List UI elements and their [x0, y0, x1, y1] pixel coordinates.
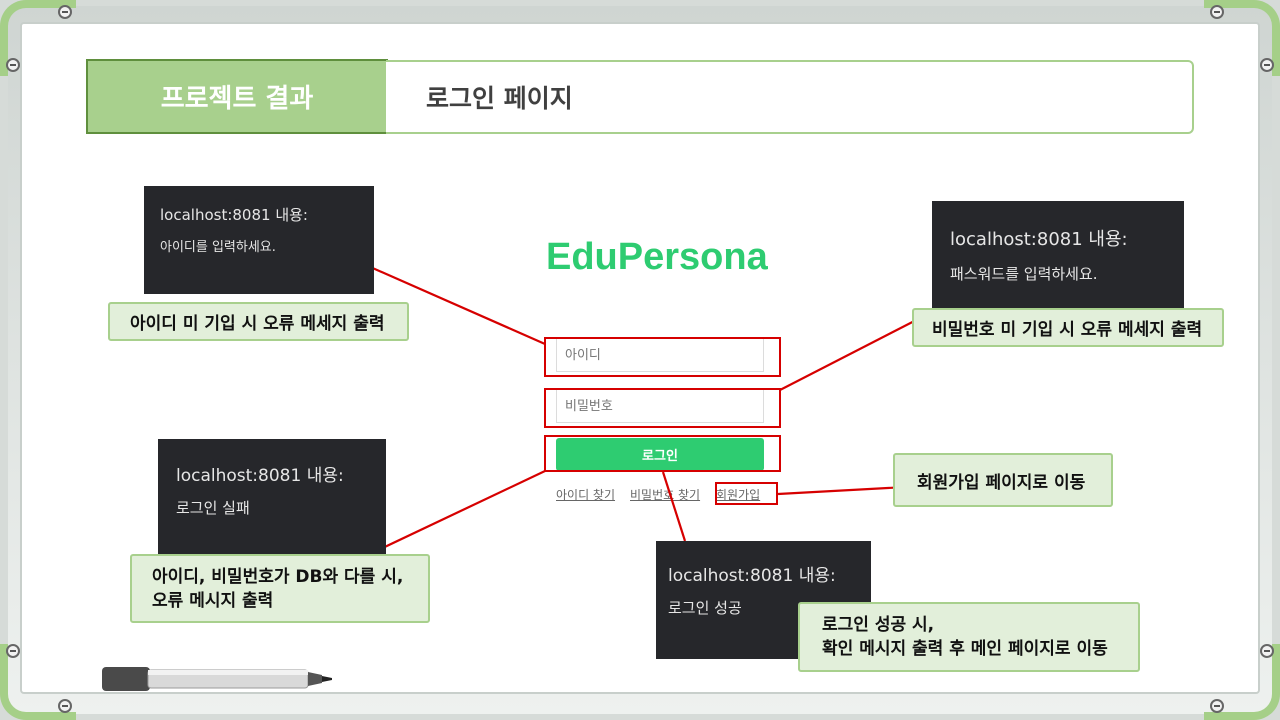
- dialog-title: localhost:8081 내용:: [176, 466, 344, 486]
- dialog-title: localhost:8081 내용:: [950, 229, 1128, 250]
- alert-dialog-id-empty: localhost:8081 내용: 아이디를 입력하세요.: [144, 186, 374, 294]
- dialog-title: localhost:8081 내용:: [160, 206, 308, 224]
- dialog-message: 패스워드를 입력하세요.: [950, 265, 1098, 283]
- annotation-id-empty: 아이디 미 기입 시 오류 메세지 출력: [108, 302, 409, 341]
- alert-dialog-password-empty: localhost:8081 내용: 패스워드를 입력하세요.: [932, 201, 1184, 309]
- dialog-message: 아이디를 입력하세요.: [160, 240, 276, 255]
- annotation-line: 로그인 성공 시,: [822, 615, 935, 635]
- annotation-line: 아이디, 비밀번호가 DB와 다를 시,: [152, 566, 404, 587]
- connector-success: [661, 471, 687, 542]
- connector-fail: [371, 470, 546, 554]
- annotation-line: 확인 메시지 출력 후 메인 페이지로 이동: [822, 639, 1108, 659]
- alert-dialog-login-fail: localhost:8081 내용: 로그인 실패: [158, 439, 386, 557]
- dialog-title: localhost:8081 내용:: [668, 566, 836, 586]
- annotation-line: 오류 메시지 출력: [152, 590, 274, 611]
- dialog-message: 로그인 실패: [176, 499, 250, 517]
- dialog-message: 로그인 성공: [668, 599, 742, 617]
- marker-pen-icon: [102, 667, 332, 691]
- annotation-signup: 회원가입 페이지로 이동: [893, 453, 1113, 507]
- connector-password: [779, 312, 931, 391]
- annotation-login-success: 로그인 성공 시, 확인 메시지 출력 후 메인 페이지로 이동: [798, 602, 1140, 672]
- annotation-password-empty: 비밀번호 미 기입 시 오류 메세지 출력: [912, 308, 1224, 347]
- annotation-login-fail: 아이디, 비밀번호가 DB와 다를 시, 오류 메시지 출력: [130, 554, 430, 623]
